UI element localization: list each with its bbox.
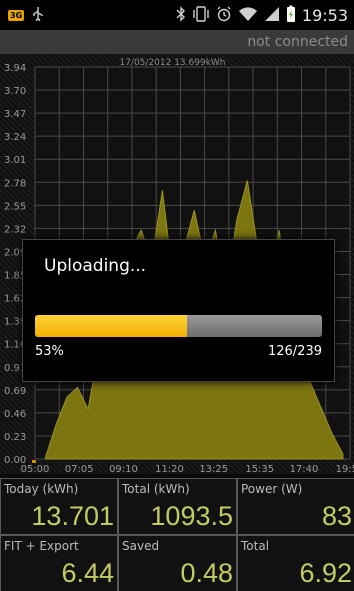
y-tick-label: 0.46	[4, 409, 26, 420]
tile-value: 0.48	[180, 558, 233, 588]
y-tick-label: 3.70	[4, 86, 26, 97]
y-tick-label: 0.69	[4, 386, 26, 397]
x-tick-label: 17:40	[290, 464, 319, 474]
x-tick-label: 15:35	[245, 464, 274, 474]
usb-icon	[32, 6, 44, 24]
tile-label: Today (kWh)	[4, 482, 79, 496]
x-tick-label: 07:05	[65, 464, 94, 474]
y-tick-label: 2.78	[4, 178, 26, 189]
tile-saved[interactable]: Saved 0.48	[119, 536, 236, 591]
tile-power-w[interactable]: Power (W) 83	[238, 479, 354, 534]
network-3g-badge: 3G	[8, 9, 25, 21]
y-tick-label: 3.47	[4, 109, 26, 120]
y-tick-label: 2.32	[4, 224, 26, 235]
x-tick-label: 13:25	[199, 464, 228, 474]
y-tick-label: 3.24	[4, 132, 26, 143]
upload-dialog: Uploading... 53% 126/239	[22, 239, 335, 382]
upload-progress-fill	[35, 315, 188, 337]
alarm-icon	[216, 6, 232, 25]
upload-progress-bar	[35, 315, 322, 337]
tile-value: 13.701	[31, 501, 114, 531]
vibrate-icon	[192, 5, 210, 25]
connection-bar: not connected	[0, 30, 354, 54]
x-axis-marker	[32, 460, 36, 463]
y-tick-label: 3.94	[4, 63, 26, 74]
progress-percent: 53%	[35, 344, 64, 359]
tile-value: 1093.5	[150, 501, 233, 531]
tile-today-kwh[interactable]: Today (kWh) 13.701	[1, 479, 117, 534]
stats-panel: Today (kWh) 13.701 Total (kWh) 1093.5 Po…	[0, 478, 354, 591]
tile-value: 83	[321, 501, 352, 531]
x-tick-label: 11:20	[155, 464, 184, 474]
status-bar: 3G 19:53	[0, 0, 354, 30]
tile-fit-export[interactable]: FIT + Export 6.44	[1, 536, 117, 591]
tile-value: 6.44	[61, 558, 114, 588]
y-tick-label: 3.01	[4, 155, 26, 166]
tile-label: Total	[241, 539, 270, 553]
wifi-icon	[238, 6, 258, 25]
tile-label: Power (W)	[241, 482, 303, 496]
y-tick-label: 2.55	[4, 201, 26, 212]
x-tick-label: 09:10	[109, 464, 138, 474]
tile-label: Total (kWh)	[122, 482, 190, 496]
chart-header: 17/05/2012 13.699kWh	[119, 58, 225, 68]
x-tick-label: 05:00	[21, 464, 50, 474]
status-clock: 19:53	[301, 5, 348, 25]
battery-charging-icon	[286, 5, 296, 26]
connection-status: not connected	[247, 34, 348, 50]
y-tick-label: 0.23	[4, 432, 26, 443]
tile-label: FIT + Export	[4, 539, 79, 553]
dialog-title: Uploading...	[44, 256, 147, 276]
progress-count: 126/239	[267, 344, 322, 359]
tile-total-money[interactable]: Total 6.92	[238, 536, 354, 591]
tile-label: Saved	[122, 539, 160, 553]
tile-total-kwh[interactable]: Total (kWh) 1093.5	[119, 479, 236, 534]
signal-icon	[264, 6, 280, 25]
x-tick-label: 19:50	[336, 464, 354, 474]
bluetooth-icon	[176, 5, 186, 25]
tile-value: 6.92	[299, 558, 352, 588]
